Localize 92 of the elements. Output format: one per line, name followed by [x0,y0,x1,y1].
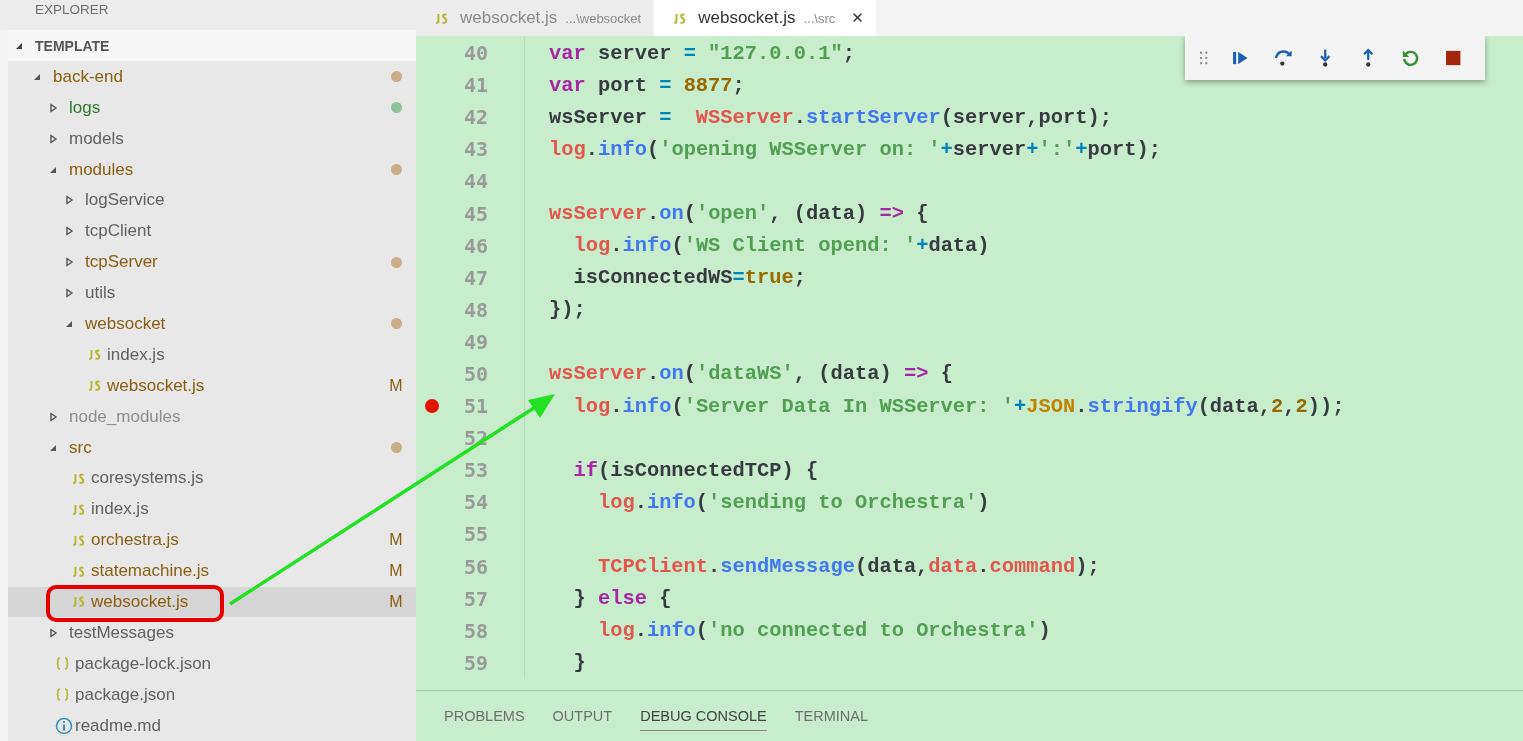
code-line: wsServer.on('open', (data) => { [549,202,929,225]
panel-tab[interactable]: DEBUG CONSOLE [640,691,767,731]
line-number: 43 [462,137,488,162]
code-line: wsServer.on('dataWS', (data) => { [549,362,953,386]
code-line: TCPClient.sendMessage(data,data.command); [596,555,1100,579]
caret-icon [64,195,74,206]
code-line: }); [549,298,586,322]
tree-item[interactable]: websocket [8,308,416,340]
line-number: 55 [462,522,488,547]
git-status-letter: M [389,376,403,395]
line-number: 46 [462,233,488,258]
editor-tab[interactable]: websocket.js ...\src ✕ [654,0,877,36]
code-line: if(isConnectedTCP) { [572,458,819,482]
caret-icon [64,226,74,237]
js-file-icon [71,502,87,516]
line-number: 45 [462,201,488,226]
tree-item[interactable]: index.js [8,339,416,371]
caret-icon [48,411,58,422]
git-status-letter: M [389,562,403,581]
line-number: 58 [462,618,488,643]
code-line: log.info('WS Client opend: '+data) [572,234,990,258]
line-number: 44 [462,169,488,194]
line-number: 47 [462,265,488,290]
tree-item[interactable]: utils [8,277,416,309]
tree-item[interactable]: node_modules [8,401,416,433]
tree-item[interactable]: orchestra.js M [8,524,416,556]
git-status-letter: M [389,531,403,550]
tree-item[interactable]: logService [8,184,416,216]
line-number: 53 [462,458,488,483]
line-number: 48 [462,297,488,322]
tree-item[interactable]: back-end [8,61,416,93]
line-number: 42 [462,105,488,130]
caret-icon [64,288,74,299]
breakpoint-dot[interactable] [425,399,439,414]
caret-icon [48,133,58,144]
tree-item[interactable]: index.js [8,493,416,525]
code-line: var server = "127.0.0.1"; [549,41,855,65]
code-line: log.info('Server Data In WSServer: '+JSON.stringify(data,2,2)); [572,394,1345,418]
js-file-icon [71,533,87,547]
editor-tab[interactable]: websocket.js ...\websocket [416,0,655,36]
line-number: 50 [462,362,488,386]
line-number: 41 [462,73,488,98]
tree-item[interactable]: package-lock.json [8,648,416,680]
info-icon [55,716,73,735]
code-line: isConnectedWS=true; [572,266,806,290]
line-number: 40 [462,41,488,66]
panel-tab[interactable]: OUTPUT [552,691,613,731]
js-file-icon [71,595,87,609]
js-file-icon [87,379,103,393]
js-file-icon [71,564,87,578]
line-number: 49 [462,329,488,354]
tree-item[interactable]: tcpServer [8,246,416,278]
step-over-icon[interactable] [1272,47,1294,69]
tree-item[interactable]: package.json [8,679,416,711]
code-line: } [572,651,586,675]
line-number: 51 [462,394,488,419]
code-line: log.info('opening WSServer on: '+server+':'+port); [549,137,1161,161]
js-file-icon [434,11,450,25]
tree-item[interactable]: coresystems.js [8,463,416,494]
panel-tab[interactable]: PROBLEMS [444,691,525,731]
explorer-title: EXPLORER [35,1,109,17]
tree-item[interactable]: statemachine.js M [8,555,416,587]
tree-item[interactable]: readme.md [8,710,416,741]
braces-icon [55,656,70,672]
line-number: 56 [462,554,488,579]
panel-tab[interactable]: TERMINAL [794,691,869,731]
tree-item[interactable]: logs [8,92,416,124]
code-line: var port = 8877; [549,73,745,97]
caret-icon [64,257,74,268]
js-file-icon [71,471,87,485]
braces-icon [55,687,70,703]
tree-item[interactable]: src [8,432,416,463]
code-line: } else { [572,587,672,611]
code-line: wsServer = WSServer.startServer(server,port); [549,105,1112,129]
line-number: 59 [462,650,488,675]
code-line: log.info('sending to Orchestra') [596,490,990,514]
tree-item[interactable]: modules [8,154,416,185]
grip-icon[interactable] [1199,51,1209,65]
tree-item[interactable]: websocket.js M [8,370,416,402]
git-status-letter: M [389,593,403,611]
close-button[interactable]: ✕ [851,9,864,27]
js-file-icon [87,348,103,362]
section-header[interactable]: TEMPLATE [8,30,416,62]
tree-item[interactable]: models [8,123,416,155]
code-line: log.info('no connected to Orchestra') [596,619,1051,643]
caret-icon [48,627,58,638]
caret-icon [48,102,58,113]
tree-item[interactable]: testMessages [8,617,416,649]
tree-item[interactable]: websocket.js M [8,586,416,618]
line-number: 54 [462,490,488,515]
line-number: 57 [462,586,488,611]
tree-item[interactable]: tcpClient [8,215,416,247]
